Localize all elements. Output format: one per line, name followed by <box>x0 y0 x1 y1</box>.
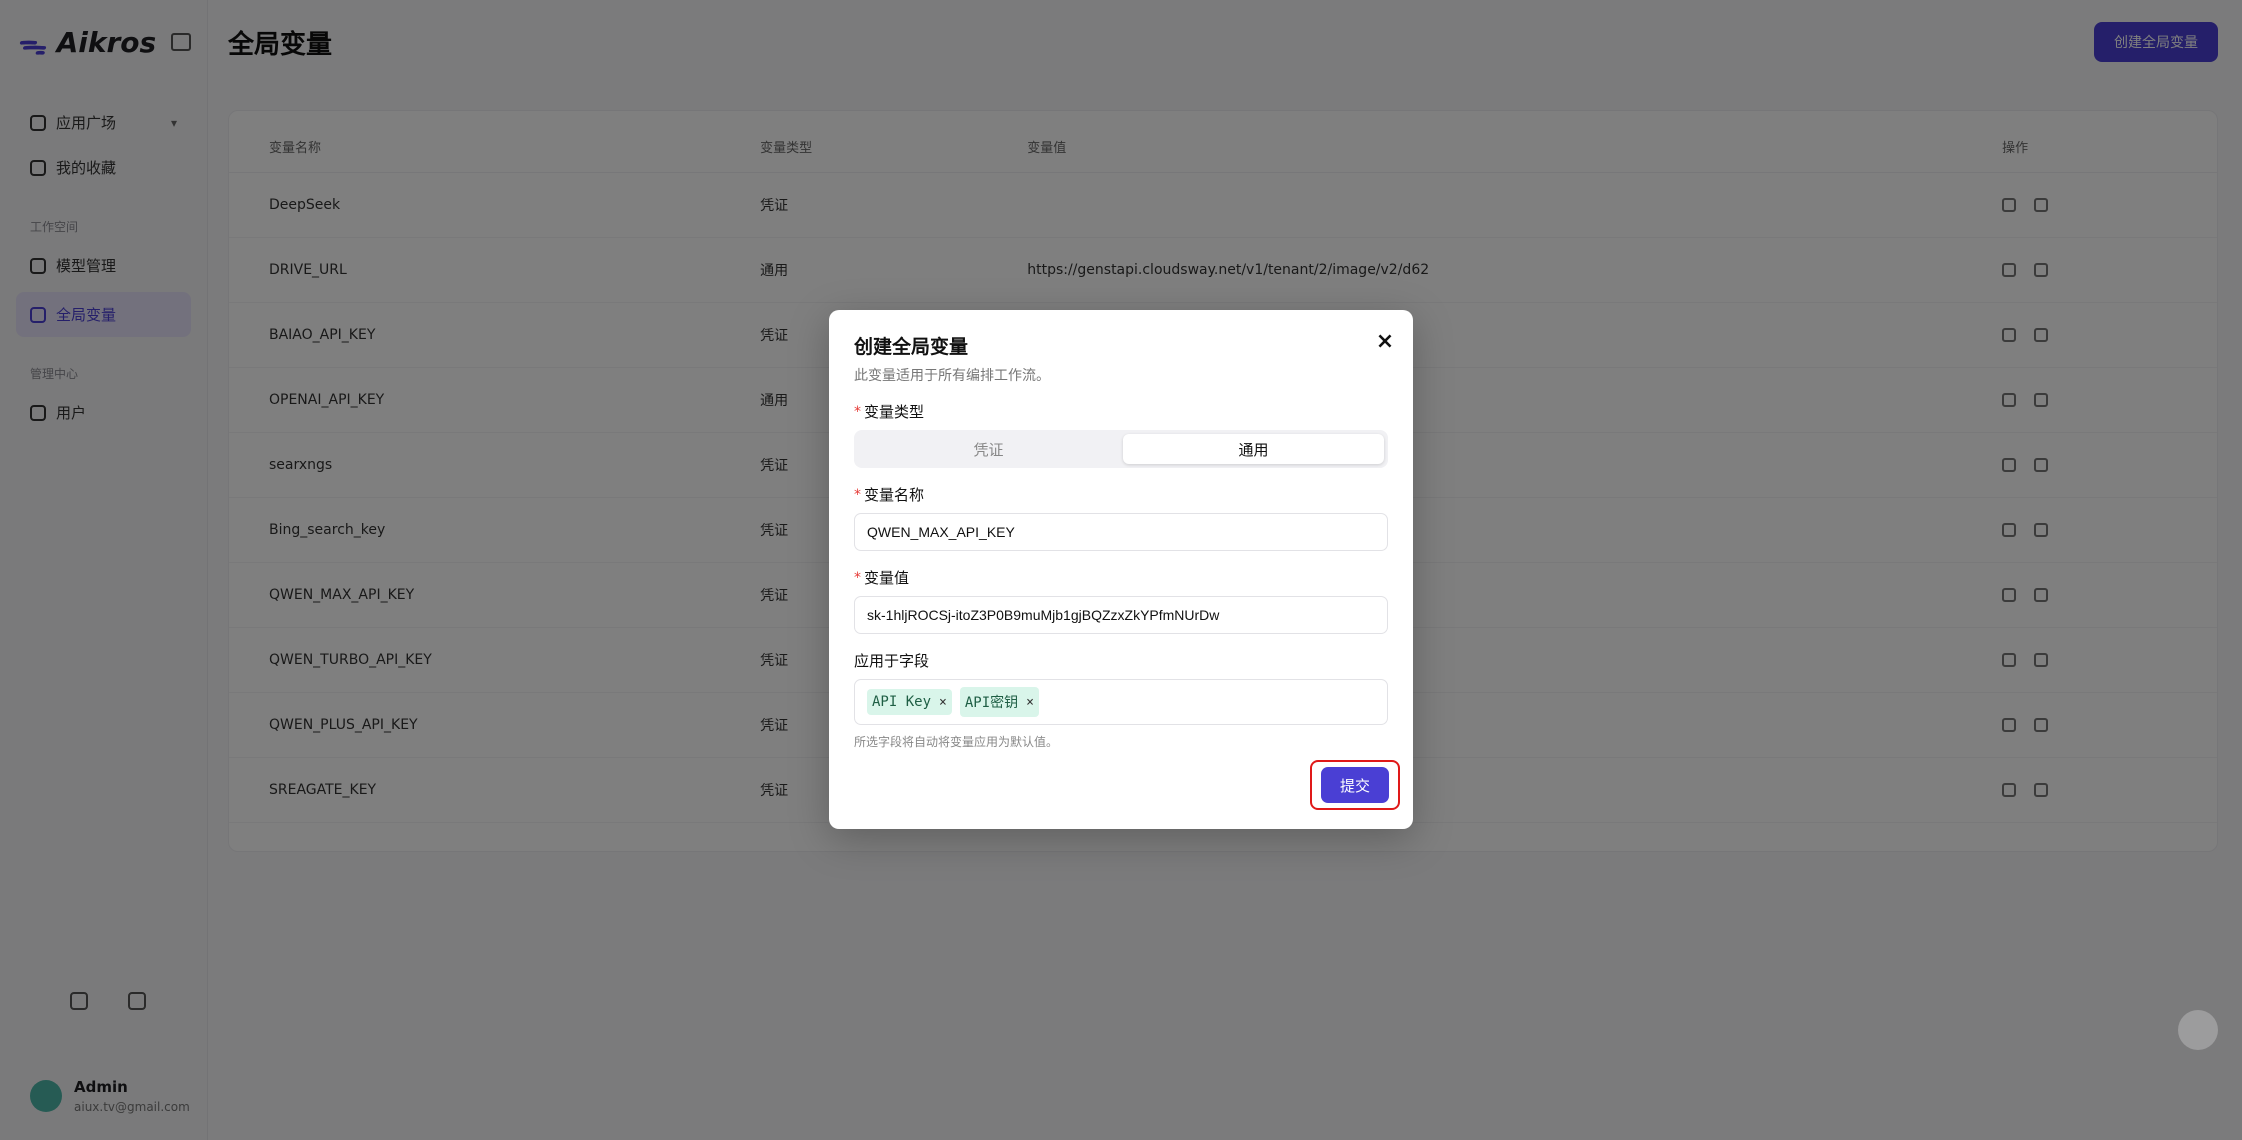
close-icon[interactable]: × <box>1373 330 1397 354</box>
dialog-description: 此变量适用于所有编排工作流。 <box>854 368 1050 384</box>
help-icon[interactable] <box>2178 1010 2218 1050</box>
name-field-label: * 变量名称 <box>854 484 1388 505</box>
variable-value-input[interactable]: sk-1hljROCSj-itoZ3P0B9muMjb1gjBQZzxZkYPf… <box>854 596 1388 634</box>
variable-name-input[interactable]: QWEN_MAX_API_KEY <box>854 513 1388 551</box>
tag-label: API Key <box>872 694 932 710</box>
type-option-credential[interactable]: 凭证 <box>858 434 1119 464</box>
fields-label: 应用于字段 <box>854 652 930 670</box>
required-mark: * <box>854 486 861 503</box>
type-option-general[interactable]: 通用 <box>1123 434 1384 464</box>
tag-label: API密钥 <box>964 695 1019 711</box>
field-tag: API Key × <box>867 689 952 715</box>
submit-button[interactable]: 提交 <box>1321 767 1389 803</box>
create-variable-dialog: 创建全局变量 此变量适用于所有编排工作流。 × * 变量类型 凭证 通用 * 变… <box>829 310 1413 829</box>
remove-tag-icon[interactable]: × <box>939 695 947 710</box>
type-label-text: 变量类型 <box>864 403 925 421</box>
required-mark: * <box>854 403 861 420</box>
value-field-label: * 变量值 <box>854 567 1388 588</box>
required-mark: * <box>854 569 861 586</box>
variable-type-toggle: 凭证 通用 <box>854 430 1388 468</box>
value-label-text: 变量值 <box>864 569 910 587</box>
dialog-title: 创建全局变量 <box>854 336 969 358</box>
fields-help-text: 所选字段将自动将变量应用为默认值。 <box>854 735 1059 749</box>
apply-fields-input[interactable]: API Key × API密钥 × <box>854 679 1388 725</box>
field-tag: API密钥 × <box>959 687 1039 717</box>
type-field-label: * 变量类型 <box>854 401 1388 422</box>
remove-tag-icon[interactable]: × <box>1026 695 1034 710</box>
name-label-text: 变量名称 <box>864 486 925 504</box>
submit-highlight: 提交 <box>1310 760 1400 810</box>
